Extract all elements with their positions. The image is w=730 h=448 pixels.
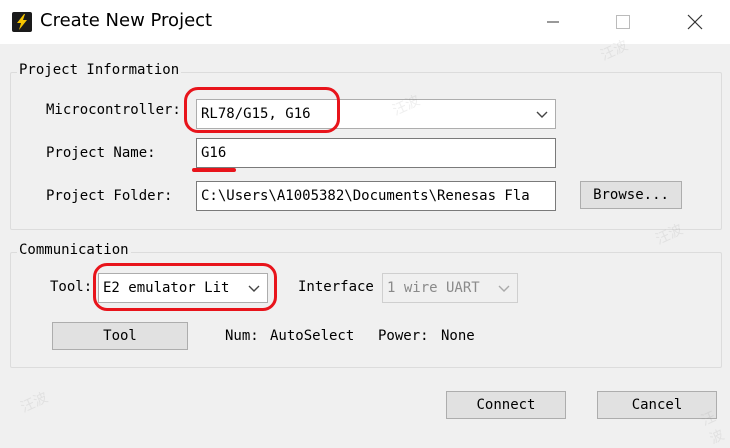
project-information-legend: Project Information [17,62,182,78]
interface-select[interactable]: 1 wire UART [382,273,518,303]
annotation-microcontroller-circle [184,87,340,133]
num-label: Num: [225,328,259,344]
app-lightning-icon [12,12,32,32]
interface-select-value: 1 wire UART [387,280,480,296]
tool-button[interactable]: Tool [52,322,188,350]
chevron-down-icon [498,285,510,292]
annotation-project-name-underline [192,168,236,172]
browse-button[interactable]: Browse... [580,181,682,209]
project-folder-input[interactable]: C:\Users\A1005382\Documents\Renesas Fla [196,181,556,211]
window-title: Create New Project [40,10,213,31]
watermark: 汪波 [698,408,727,448]
close-icon [687,14,703,30]
project-folder-value: C:\Users\A1005382\Documents\Renesas Fla [201,188,530,204]
project-name-value: G16 [201,145,227,161]
minimize-icon [547,21,559,23]
interface-label: Interface [298,279,374,295]
microcontroller-label: Microcontroller: [46,102,181,118]
chevron-down-icon [536,111,548,118]
power-value: None [441,328,475,344]
connect-button[interactable]: Connect [446,391,566,419]
project-name-label: Project Name: [46,145,156,161]
power-label: Power: [378,328,429,344]
close-button[interactable] [672,0,718,44]
num-value: AutoSelect [270,328,355,344]
project-name-input[interactable]: G16 [196,138,556,168]
maximize-icon [616,15,630,29]
tool-label: Tool: [50,279,93,295]
minimize-button[interactable] [530,0,576,44]
project-folder-label: Project Folder: [46,188,173,204]
communication-legend: Communication [17,242,131,258]
watermark: 汪波 [18,389,51,417]
annotation-tool-circle [93,263,277,311]
